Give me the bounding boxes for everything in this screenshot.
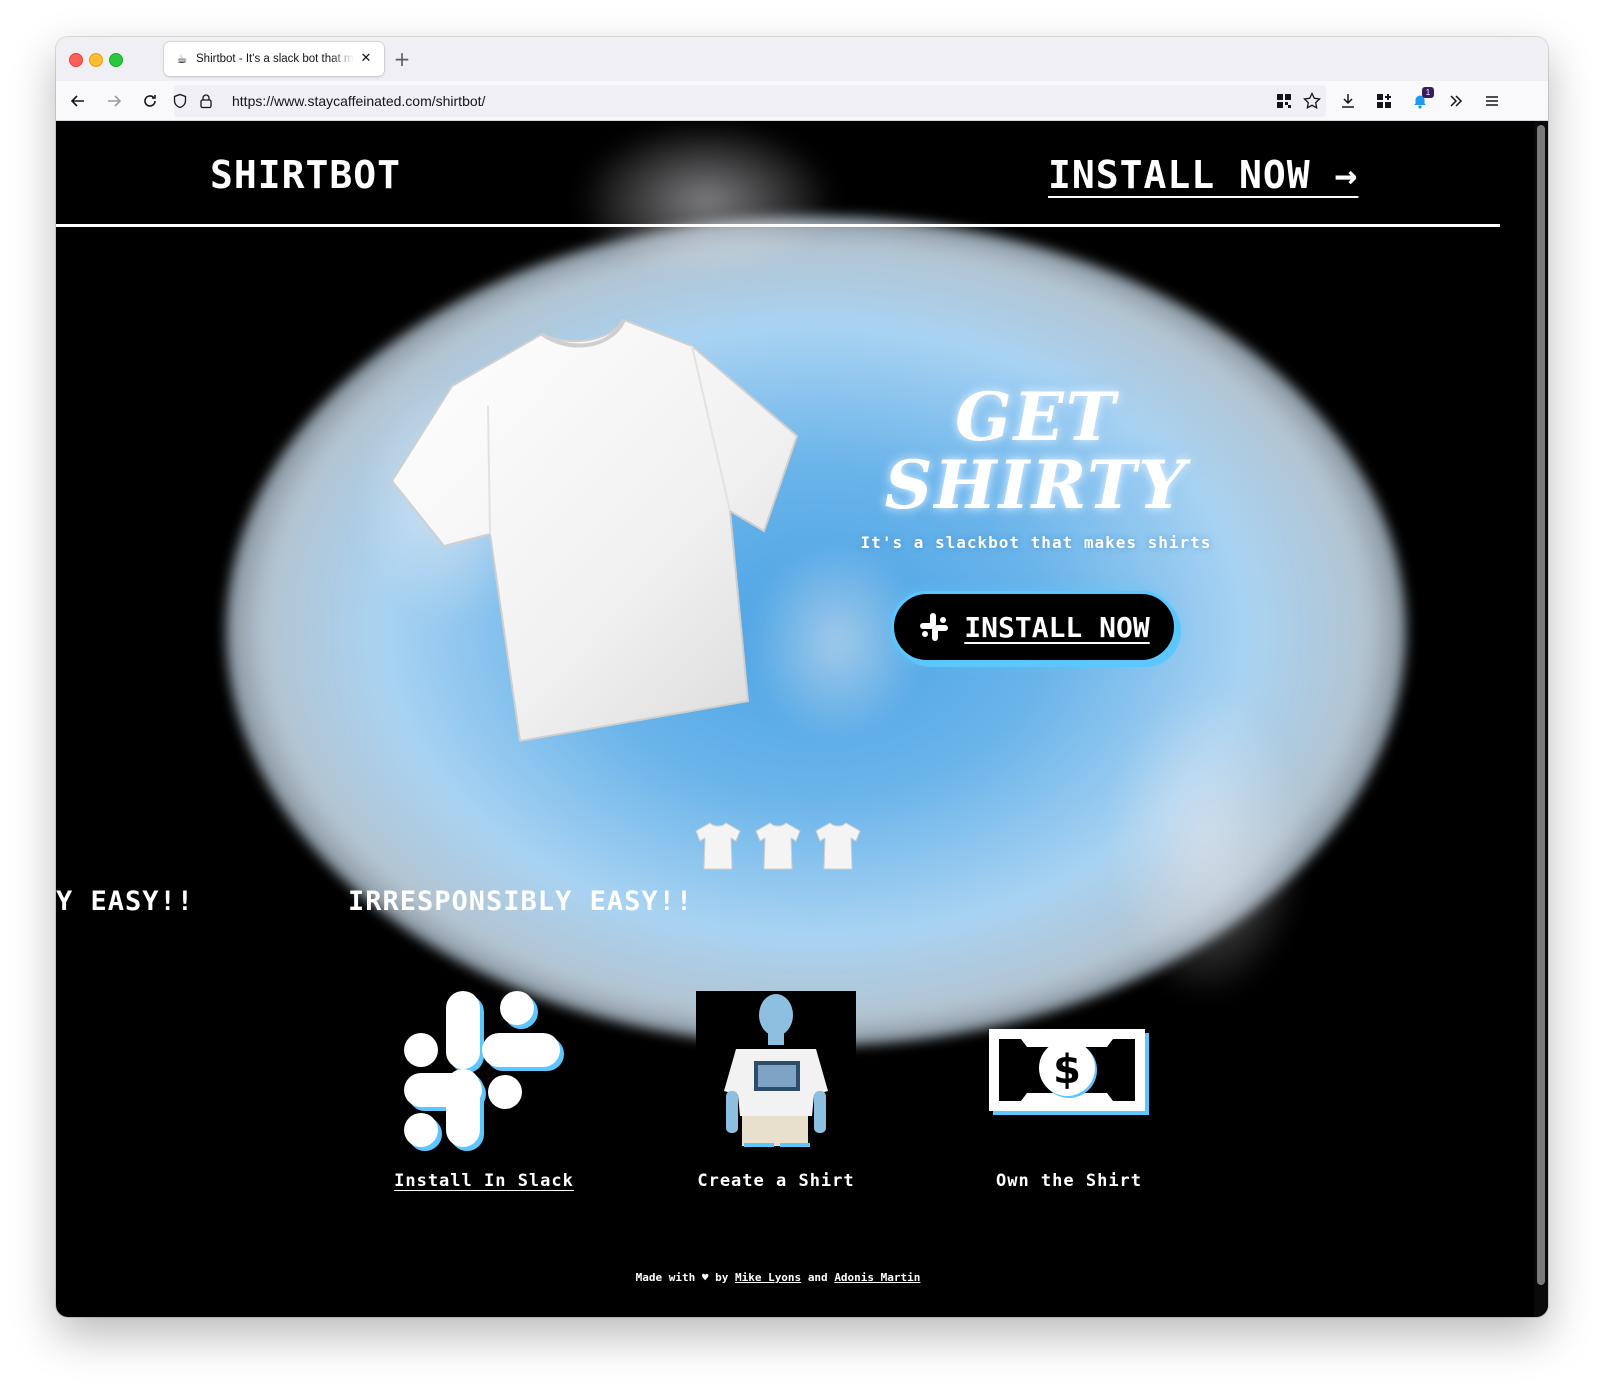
close-tab-icon[interactable]: ✕	[358, 51, 374, 67]
smoke-wisp	[1106, 681, 1306, 1001]
feature-create: Create a Shirt	[666, 991, 886, 1191]
menu-icon[interactable]	[1478, 87, 1506, 115]
url-text[interactable]: https://www.staycaffeinated.com/shirtbot…	[232, 93, 485, 109]
tab-shirtbot[interactable]: ☕ Shirtbot - It's a slack bot that makes…	[164, 42, 384, 76]
extension-badge: 1	[1422, 87, 1434, 98]
navigation-bar: https://www.staycaffeinated.com/shirtbot…	[56, 81, 1548, 121]
hero-headline: GET SHIRTY	[876, 383, 1196, 519]
site-logo[interactable]: SHIRTBOT	[210, 153, 401, 197]
extensions-icon[interactable]	[1370, 87, 1398, 115]
feature-install: Install In Slack	[374, 991, 594, 1191]
header-install-link[interactable]: INSTALL NOW →	[1048, 153, 1358, 197]
slack-icon	[920, 613, 949, 641]
person-in-shirt-image	[696, 991, 856, 1151]
lock-icon[interactable]	[198, 93, 214, 109]
qr-icon[interactable]	[1270, 87, 1298, 115]
bookmark-star-icon[interactable]	[1298, 87, 1326, 115]
heart-icon: ♥	[701, 1271, 709, 1284]
hero-tshirt-image	[392, 318, 799, 743]
dollar-bill-icon: $	[989, 1029, 1149, 1115]
footer-made-with: Made with	[635, 1271, 696, 1284]
coffee-favicon-icon: ☕	[176, 52, 188, 66]
shirt-thumbnail[interactable]	[694, 821, 742, 871]
tab-title: Shirtbot - It's a slack bot that makes s…	[196, 53, 354, 65]
download-icon[interactable]	[1334, 87, 1362, 115]
footer-and: and	[807, 1271, 828, 1284]
close-window-button[interactable]	[69, 53, 83, 67]
marquee-item-partial: Y EASY!!	[56, 886, 195, 917]
shirt-thumbnail[interactable]	[814, 821, 862, 871]
svg-text:$: $	[1053, 1047, 1081, 1093]
tab-bar: ☕ Shirtbot - It's a slack bot that makes…	[56, 37, 1548, 81]
notification-extension-icon[interactable]: 1	[1406, 87, 1434, 115]
author-link-2[interactable]: Adonis Martin	[834, 1271, 920, 1284]
browser-window: ☕ Shirtbot - It's a slack bot that makes…	[56, 37, 1548, 1317]
feature-create-label: Create a Shirt	[697, 1171, 855, 1191]
reload-icon[interactable]	[136, 87, 164, 115]
shield-icon[interactable]	[172, 93, 188, 109]
scrollbar-thumb[interactable]	[1537, 125, 1545, 1285]
url-bar[interactable]: https://www.staycaffeinated.com/shirtbot…	[172, 85, 1326, 117]
hero-tagline: It's a slackbot that makes shirts	[860, 533, 1212, 552]
site-footer: Made with ♥ by Mike Lyons and Adonis Mar…	[56, 1271, 1500, 1284]
marquee-item: IRRESPONSIBLY EASY!!	[348, 886, 694, 917]
footer-by: by	[715, 1271, 729, 1284]
shirt-thumbnail[interactable]	[754, 821, 802, 871]
new-tab-button[interactable]: +	[390, 47, 414, 71]
author-link-1[interactable]: Mike Lyons	[735, 1271, 801, 1284]
hero-install-button[interactable]: INSTALL NOW	[891, 591, 1177, 663]
slack-logo-icon	[404, 991, 564, 1151]
forward-icon[interactable]	[100, 87, 128, 115]
hero-install-label: INSTALL NOW	[964, 610, 1150, 644]
scrollbar[interactable]	[1534, 121, 1548, 1317]
feature-own: $ Own the Shirt	[959, 991, 1179, 1191]
feature-own-label: Own the Shirt	[995, 1171, 1143, 1191]
zoom-window-button[interactable]	[109, 53, 123, 67]
site-header: SHIRTBOT INSTALL NOW →	[56, 121, 1500, 227]
headline-line-1: GET	[955, 378, 1117, 456]
headline-line-2: SHIRTY	[884, 446, 1188, 524]
page-viewport: SHIRTBOT INSTALL NOW → GET SHIRTY It's a…	[56, 121, 1548, 1317]
back-icon[interactable]	[64, 87, 92, 115]
minimize-window-button[interactable]	[89, 53, 103, 67]
overflow-chevrons-icon[interactable]	[1442, 87, 1470, 115]
feature-install-link[interactable]: Install In Slack	[374, 1171, 594, 1191]
shirt-thumbnails	[694, 821, 862, 871]
